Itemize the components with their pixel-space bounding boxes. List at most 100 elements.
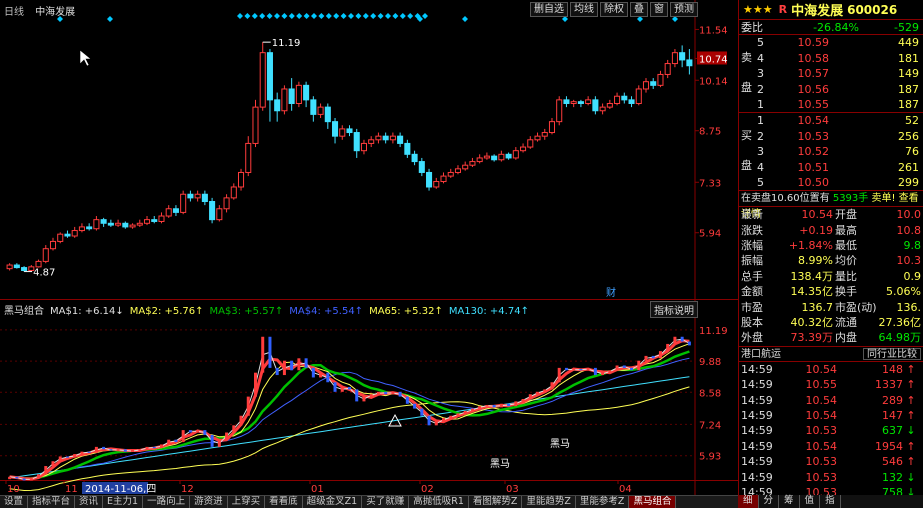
indicator-candle — [637, 360, 641, 371]
candle-body — [216, 208, 223, 221]
trade-price: 10.54 — [805, 408, 838, 422]
tab-10[interactable]: 高抛低吸R1 — [409, 496, 469, 508]
indicator-candle — [210, 434, 214, 447]
candle-body — [599, 106, 606, 112]
trade-row: 14:59 10.53 758 ↓ — [739, 485, 923, 495]
indicator-candle — [427, 415, 431, 426]
candle-body — [353, 132, 360, 152]
indicator-candle — [109, 449, 113, 451]
indicator-candle — [586, 367, 590, 371]
indicator-candle — [333, 382, 337, 392]
indicator-title: 黑马组合 MA$1: +6.14↓ MA$2: +5.76↑ MA$3: +5.57↑… — [4, 302, 535, 317]
toolbar-button-3[interactable]: 叠 — [630, 2, 648, 17]
indicator-candle — [543, 389, 547, 392]
indicator-candle — [246, 396, 250, 416]
indicator-help-button[interactable]: 指标说明 — [650, 301, 698, 318]
tab-11[interactable]: 看图解势Z — [469, 496, 523, 508]
indicator-candle — [138, 449, 142, 451]
indicator-candle — [492, 404, 496, 408]
tab-3[interactable]: E主力1 — [103, 496, 144, 508]
candle-body — [201, 193, 208, 203]
toolbar-button-1[interactable]: 均线 — [570, 2, 598, 17]
tab-2[interactable]: 资讯 — [75, 496, 104, 508]
trades-header: 港口航运 同行业比较 — [739, 345, 923, 362]
toolbar-button-2[interactable]: 除权 — [600, 2, 628, 17]
candle-body — [650, 81, 657, 86]
trade-volume: 1954 — [875, 439, 903, 453]
indicator-candle — [261, 336, 265, 373]
panel-tab-1[interactable]: 分 — [759, 495, 780, 508]
tab-8[interactable]: 超级金叉Z1 — [303, 496, 363, 508]
industry-label[interactable]: 港口航运 — [739, 347, 861, 361]
indicator-candle — [131, 450, 135, 452]
tab-4[interactable]: 一路向上 — [143, 496, 191, 508]
indicator-candle — [8, 476, 12, 480]
bid-volume: 52 — [905, 114, 919, 128]
indicator-chart[interactable]: 11.199.888.587.245.93黑马黑马10 11 2014-11-06,… — [0, 300, 738, 495]
tab-5[interactable]: 游资进 — [190, 496, 228, 508]
panel-tab-3[interactable]: 值 — [800, 495, 821, 508]
tab-0[interactable]: 设置 — [0, 496, 29, 508]
tab-9[interactable]: 买了就赚 — [362, 496, 410, 508]
candle-body — [158, 215, 165, 222]
tab-6[interactable]: 上穿买 — [228, 496, 266, 508]
stats-row: 股本 40.32亿 流通 27.36亿 — [739, 315, 923, 330]
candle-body — [541, 132, 548, 137]
candle-body — [657, 73, 664, 86]
candle-body — [339, 128, 346, 137]
trade-row: 14:59 10.54 289 ↑ — [739, 393, 923, 408]
ask-level: 1 — [757, 97, 764, 111]
panel-tab-0[interactable]: 细 — [738, 495, 759, 508]
weibi-row: 委比 -26.84% -529 — [739, 20, 923, 36]
candle-body — [628, 99, 635, 104]
stat-key: 涨幅 — [741, 239, 763, 253]
ask-row: 4 10.58 181 — [739, 51, 923, 66]
tab-13[interactable]: 里能参考Z — [576, 496, 630, 508]
arrow-up-icon: ↑ — [906, 439, 916, 453]
toolbar-button-0[interactable]: 删自选 — [530, 2, 568, 17]
stock-name-label: 中海发展 — [35, 7, 76, 18]
tab-1[interactable]: 指标平台 — [28, 496, 76, 508]
candle-body — [346, 128, 353, 134]
stat-value: 10.0 — [896, 208, 922, 222]
buy-label-2: 盘 — [741, 159, 752, 173]
candle-body — [491, 155, 498, 161]
kline-chart[interactable]: 11.54 10.74 10.14 8.75 7.33 5.94 11.19 4.87 财 — [0, 0, 738, 300]
stat-key: 换手 — [835, 285, 857, 299]
indicator-candle — [297, 358, 301, 371]
indicator-candle — [470, 408, 474, 411]
chart-area[interactable]: 11.54 10.74 10.14 8.75 7.33 5.94 11.19 4.87 财 11… — [0, 0, 738, 495]
indicator-candle — [622, 365, 626, 368]
stat-key: 最高 — [835, 223, 857, 237]
candle-body — [187, 193, 194, 199]
stat-value: 5.06% — [886, 285, 921, 299]
panel-tab-2[interactable]: 筹 — [779, 495, 800, 508]
indicator-candle — [253, 372, 257, 397]
ask-price: 10.59 — [797, 36, 830, 50]
panel-tab-4[interactable]: 指 — [820, 495, 841, 508]
bid-row: 3 10.52 76 — [739, 144, 923, 159]
stat-key: 金额 — [741, 285, 763, 299]
candle-body — [454, 168, 462, 173]
candle-body — [527, 139, 534, 148]
order-info[interactable]: 在卖盘10.60位置有 5393手 卖单! 查看详情 — [739, 191, 923, 220]
tab-12[interactable]: 里能趋势Z — [522, 496, 576, 508]
indicator-candle — [94, 446, 98, 453]
candle-body — [64, 233, 71, 237]
tab-7[interactable]: 看看底 — [265, 496, 303, 508]
industry-compare-button[interactable]: 同行业比较 — [863, 347, 921, 360]
trade-row: 14:59 10.53 546 ↑ — [739, 454, 923, 469]
trade-row: 14:59 10.54 147 ↑ — [739, 408, 923, 423]
toolbar-button-4[interactable]: 窗 — [650, 2, 668, 17]
indicator-candle — [239, 415, 243, 426]
indicator-candle — [521, 399, 525, 402]
toolbar-button-5[interactable]: 预测 — [670, 2, 698, 17]
candle-body — [592, 99, 599, 112]
candle-body — [295, 84, 302, 104]
tab-14[interactable]: 黑马组合 — [629, 496, 677, 508]
bid-row: 5 10.50 299 — [739, 175, 923, 190]
indicator-candle — [80, 451, 84, 455]
indicator-candle — [196, 430, 200, 433]
indicator-axis-label: 5.93 — [699, 452, 721, 463]
indicator-candle — [376, 391, 380, 395]
